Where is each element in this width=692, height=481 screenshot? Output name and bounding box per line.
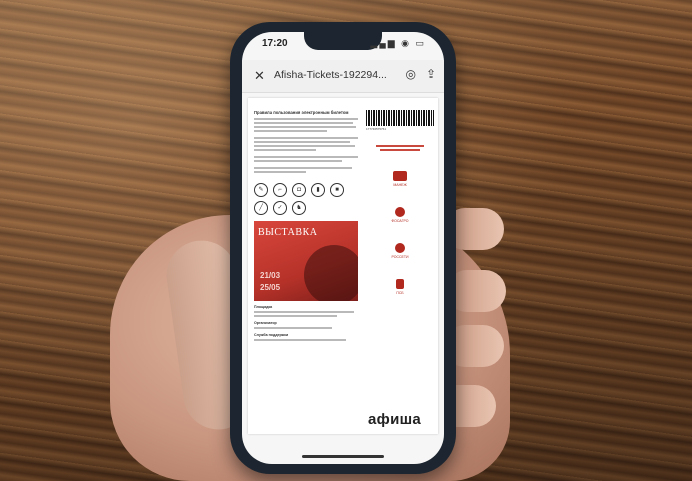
poster-end-date: 25/05	[260, 283, 281, 292]
text-line	[254, 145, 355, 147]
text-line	[254, 315, 338, 317]
afisha-logo: афиша	[368, 411, 422, 428]
prohibited-items-row-2: ╱ ✓ ♞	[254, 201, 358, 215]
psb-logo-icon	[396, 279, 404, 289]
home-indicator[interactable]	[302, 455, 384, 458]
prohibited-items-row-1: ✎ ⌐ ◘ ▮ ■	[254, 183, 358, 197]
text-line	[254, 122, 353, 124]
support-label: Служба поддержки	[254, 333, 289, 337]
sponsor-psb: ПСБ	[366, 279, 434, 295]
document-navbar: ✕ Afisha-Tickets-192294... ◎ ⇪	[242, 60, 444, 93]
signal-wifi-battery-icon: ▂▄▆ ◉ ▭	[370, 38, 426, 48]
poster-title: ВЫСТАВКА	[258, 227, 318, 238]
poster-figure	[304, 245, 358, 301]
text-line	[376, 145, 424, 147]
text-line	[254, 118, 358, 120]
phosagro-logo-icon	[395, 207, 405, 217]
camera-icon: ◘	[292, 183, 306, 197]
text-line	[254, 137, 358, 139]
sponsor-ministry	[366, 145, 434, 151]
text-line	[254, 130, 327, 132]
text-line	[254, 141, 350, 143]
bottle-icon: ▮	[311, 183, 325, 197]
phone-screen: 17:20 ▂▄▆ ◉ ▭ ✕ Afisha-Tickets-192294...…	[242, 32, 444, 464]
status-time: 17:20	[262, 38, 288, 49]
manezh-logo-icon	[393, 171, 407, 181]
sponsor-phosagro: ФОСАГРО	[366, 207, 434, 223]
organizer-label: Организатор	[254, 321, 277, 325]
ticket-right-column: 177746575761 МАНЕЖ ФОСАГРО РОССЕТИ ПСБ	[366, 106, 434, 295]
close-icon[interactable]: ✕	[254, 68, 265, 84]
share-icon[interactable]: ⇪	[426, 67, 436, 81]
ticket-document[interactable]: Правила пользования электронным билетом …	[248, 98, 438, 434]
text-line	[254, 339, 346, 341]
flash-icon: ✓	[273, 201, 287, 215]
exhibition-poster: ВЫСТАВКА 21/03 25/05	[254, 221, 358, 301]
projector-icon: ■	[330, 183, 344, 197]
text-line	[254, 171, 306, 173]
status-bar: 17:20 ▂▄▆ ◉ ▭	[262, 38, 426, 52]
text-line	[379, 149, 421, 151]
dog-icon: ♞	[292, 201, 306, 215]
text-line	[254, 126, 356, 128]
sponsor-rosseti: РОССЕТИ	[366, 243, 434, 259]
text-line	[254, 311, 354, 313]
barcode	[366, 110, 434, 126]
document-title: Afisha-Tickets-192294...	[274, 69, 387, 81]
knife-icon: ✎	[254, 183, 268, 197]
markup-icon[interactable]: ◎	[406, 67, 416, 81]
ticket-left-column: Правила пользования электронным билетом …	[254, 110, 358, 343]
smartphone: 17:20 ▂▄▆ ◉ ▭ ✕ Afisha-Tickets-192294...…	[230, 22, 456, 474]
text-line	[254, 149, 317, 151]
poster-start-date: 21/03	[260, 271, 281, 280]
barcode-number: 177746575761	[366, 127, 387, 131]
gun-icon: ⌐	[273, 183, 287, 197]
sponsor-manezh: МАНЕЖ	[366, 171, 434, 187]
syringe-icon: ╱	[254, 201, 268, 215]
text-line	[254, 167, 352, 169]
text-line	[254, 156, 358, 158]
text-line	[254, 160, 343, 162]
rosseti-logo-icon	[395, 243, 405, 253]
rules-heading: Правила пользования электронным билетом	[254, 110, 349, 115]
venue-label: Площадка	[254, 305, 273, 309]
text-line	[254, 327, 332, 329]
